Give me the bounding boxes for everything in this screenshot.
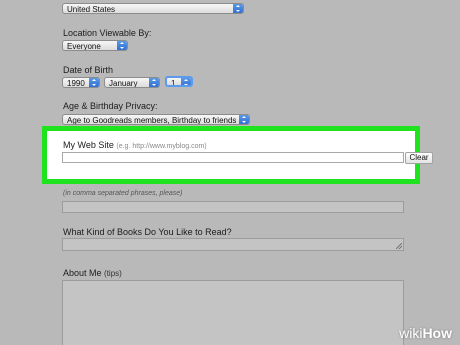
website-label: My Web Site (e.g. http://www.myblog.com) [63, 140, 207, 150]
resize-handle-icon[interactable] [396, 243, 402, 249]
interests-input[interactable] [62, 201, 404, 213]
watermark-how: How [422, 325, 452, 341]
location-viewable-value: Everyone [67, 42, 101, 51]
website-label-text: My Web Site [63, 140, 114, 150]
birth-month-select[interactable]: January [104, 77, 160, 88]
select-stepper-icon [89, 78, 99, 87]
select-stepper-icon [117, 41, 127, 50]
books-textarea[interactable] [62, 238, 404, 251]
watermark-wiki: wiki [399, 325, 423, 341]
select-stepper-icon [149, 78, 159, 87]
country-select-value: United States [67, 5, 116, 14]
select-stepper-icon [233, 4, 243, 13]
birth-day-value: 1 [171, 79, 176, 87]
wikihow-watermark: wikiHow [399, 325, 452, 341]
date-of-birth-label: Date of Birth [63, 65, 114, 75]
select-stepper-icon [181, 78, 191, 85]
website-input[interactable] [62, 152, 404, 163]
birth-day-select[interactable]: 1 [165, 76, 193, 87]
location-viewable-select[interactable]: Everyone [62, 40, 128, 51]
age-privacy-select[interactable]: Age to Goodreads members, Birthday to fr… [62, 114, 250, 125]
about-me-label-text: About Me [63, 268, 102, 278]
birth-year-select[interactable]: 1990 [62, 77, 100, 88]
books-label: What Kind of Books Do You Like to Read? [63, 227, 232, 237]
about-me-label: About Me (tips) [63, 268, 122, 278]
age-privacy-label: Age & Birthday Privacy: [63, 101, 158, 111]
location-viewable-label: Location Viewable By: [63, 28, 152, 38]
age-privacy-value: Age to Goodreads members, Birthday to fr… [67, 116, 237, 125]
birth-month-value: January [109, 79, 138, 88]
country-select[interactable]: United States [62, 3, 244, 14]
select-stepper-icon [239, 115, 249, 124]
clear-button[interactable]: Clear [405, 152, 433, 164]
website-hint: (e.g. http://www.myblog.com) [116, 143, 207, 150]
tips-link[interactable]: (tips) [104, 269, 122, 278]
about-me-textarea[interactable] [62, 280, 404, 345]
birth-year-value: 1990 [67, 79, 85, 88]
interests-hint: (in comma separated phrases, please) [63, 190, 183, 197]
